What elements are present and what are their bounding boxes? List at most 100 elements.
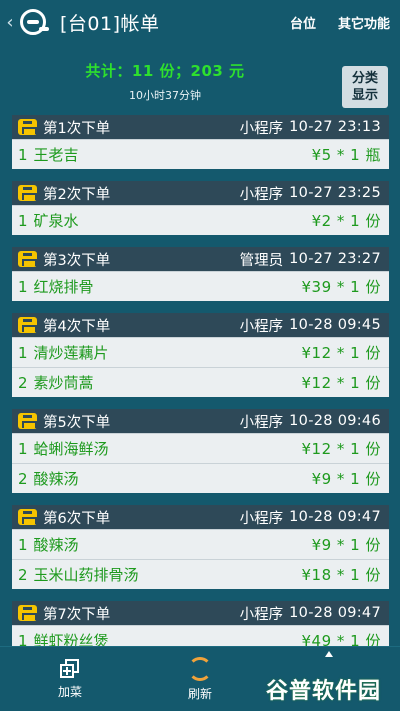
order-list[interactable]: 第1次下单 小程序 10-27 23:13 1 王老吉 ¥5 * 1 瓶第2次下单 小程序 1… bbox=[12, 115, 389, 646]
item-number: 2 bbox=[18, 373, 28, 392]
order-card: 第3次下单 管理员 10-27 23:27 1 红烧排骨 ¥39 * 1 份 bbox=[12, 247, 389, 301]
printer-icon[interactable] bbox=[18, 605, 37, 621]
item-price: ¥9 * 1 份 bbox=[311, 470, 381, 488]
item-price: ¥39 * 1 份 bbox=[301, 278, 381, 296]
item-name: 矿泉水 bbox=[33, 212, 79, 230]
category-button-line2: 显示 bbox=[351, 88, 378, 103]
order-source: 小程序 bbox=[239, 606, 284, 623]
watermark-text: 谷普软件园 bbox=[266, 679, 382, 704]
order-header[interactable]: 第5次下单 小程序 10-28 09:46 bbox=[12, 409, 389, 433]
order-item-row[interactable]: 1 鲜虾粉丝煲 ¥49 * 1 份 bbox=[12, 625, 389, 646]
more-functions-button[interactable]: 其它功能 bbox=[338, 13, 390, 32]
order-card: 第2次下单 小程序 10-27 23:25 1 矿泉水 ¥2 * 1 份 bbox=[12, 181, 389, 235]
order-header[interactable]: 第6次下单 小程序 10-28 09:47 bbox=[12, 505, 389, 529]
add-dish-button[interactable]: 加菜 bbox=[30, 647, 110, 711]
category-button-line1: 分类 bbox=[351, 71, 378, 86]
printer-icon[interactable] bbox=[18, 119, 37, 135]
order-header[interactable]: 第3次下单 管理员 10-27 23:27 bbox=[12, 247, 389, 271]
table-position-button[interactable]: 台位 bbox=[290, 13, 316, 32]
item-price: ¥12 * 1 份 bbox=[301, 440, 381, 458]
top-bar: ‹ [台01]帐单 台位 其它功能 bbox=[0, 0, 400, 44]
summary-total: 共计：11 份；203 元 bbox=[85, 62, 245, 80]
app-logo-icon bbox=[20, 9, 49, 35]
order-label: 第5次下单 bbox=[43, 414, 111, 431]
order-source: 小程序 bbox=[239, 318, 284, 335]
item-number: 2 bbox=[18, 469, 28, 488]
order-source: 小程序 bbox=[239, 510, 284, 527]
back-button[interactable]: ‹ bbox=[2, 0, 18, 44]
printer-icon[interactable] bbox=[18, 251, 37, 267]
order-item-row[interactable]: 1 酸辣汤 ¥9 * 1 份 bbox=[12, 529, 389, 559]
bill-summary: 共计：11 份；203 元 10小时37分钟 bbox=[0, 60, 330, 103]
item-name: 蛤蜊海鲜汤 bbox=[33, 440, 109, 458]
item-name: 王老吉 bbox=[33, 146, 79, 164]
item-number: 1 bbox=[18, 211, 28, 230]
order-time: 10-28 09:45 bbox=[289, 317, 381, 333]
order-time: 10-27 23:27 bbox=[289, 251, 381, 267]
printer-icon[interactable] bbox=[18, 317, 37, 333]
order-time: 10-27 23:25 bbox=[289, 185, 381, 201]
item-name: 玉米山药排骨汤 bbox=[33, 566, 139, 584]
order-source: 小程序 bbox=[239, 186, 284, 203]
order-time: 10-28 09:47 bbox=[289, 509, 381, 525]
printer-icon[interactable] bbox=[18, 509, 37, 525]
item-price: ¥9 * 1 份 bbox=[311, 536, 381, 554]
item-name: 红烧排骨 bbox=[33, 278, 94, 296]
item-name: 素炒茼蒿 bbox=[33, 374, 94, 392]
order-card: 第5次下单 小程序 10-28 09:46 1 蛤蜊海鲜汤 ¥12 * 1 份 2 酸辣汤 ¥9… bbox=[12, 409, 389, 493]
item-number: 1 bbox=[18, 145, 28, 164]
order-item-row[interactable]: 1 王老吉 ¥5 * 1 瓶 bbox=[12, 139, 389, 169]
order-header[interactable]: 第7次下单 小程序 10-28 09:47 bbox=[12, 601, 389, 625]
item-number: 2 bbox=[18, 565, 28, 584]
order-label: 第1次下单 bbox=[43, 120, 111, 137]
item-price: ¥2 * 1 份 bbox=[311, 212, 381, 230]
summary-duration: 10小时37分钟 bbox=[129, 89, 201, 102]
order-item-row[interactable]: 1 矿泉水 ¥2 * 1 份 bbox=[12, 205, 389, 235]
order-label: 第6次下单 bbox=[43, 510, 111, 527]
item-number: 1 bbox=[18, 631, 28, 647]
item-name: 清炒莲藕片 bbox=[33, 344, 109, 362]
item-name: 酸辣汤 bbox=[33, 470, 79, 488]
item-number: 1 bbox=[18, 343, 28, 362]
order-label: 第3次下单 bbox=[43, 252, 111, 269]
item-price: ¥12 * 1 份 bbox=[301, 374, 381, 392]
order-item-row[interactable]: 1 蛤蜊海鲜汤 ¥12 * 1 份 bbox=[12, 433, 389, 463]
printer-icon[interactable] bbox=[18, 185, 37, 201]
item-price: ¥5 * 1 瓶 bbox=[311, 146, 381, 164]
order-header[interactable]: 第4次下单 小程序 10-28 09:45 bbox=[12, 313, 389, 337]
item-price: ¥12 * 1 份 bbox=[301, 344, 381, 362]
order-time: 10-28 09:47 bbox=[289, 605, 381, 621]
order-card: 第4次下单 小程序 10-28 09:45 1 清炒莲藕片 ¥12 * 1 份 2 素炒茼蒿 ¥… bbox=[12, 313, 389, 397]
item-price: ¥49 * 1 份 bbox=[301, 632, 381, 646]
add-dish-icon bbox=[60, 659, 80, 679]
order-item-row[interactable]: 2 玉米山药排骨汤 ¥18 * 1 份 bbox=[12, 559, 389, 589]
refresh-icon bbox=[188, 657, 212, 681]
item-number: 1 bbox=[18, 277, 28, 296]
order-item-row[interactable]: 2 酸辣汤 ¥9 * 1 份 bbox=[12, 463, 389, 493]
order-card: 第6次下单 小程序 10-28 09:47 1 酸辣汤 ¥9 * 1 份 2 玉米山药排骨汤 ¥… bbox=[12, 505, 389, 589]
order-label: 第7次下单 bbox=[43, 606, 111, 623]
item-number: 1 bbox=[18, 439, 28, 458]
order-header[interactable]: 第1次下单 小程序 10-27 23:13 bbox=[12, 115, 389, 139]
add-dish-label: 加菜 bbox=[57, 685, 82, 699]
order-source: 小程序 bbox=[239, 120, 284, 137]
printer-icon[interactable] bbox=[18, 413, 37, 429]
item-price: ¥18 * 1 份 bbox=[301, 566, 381, 584]
order-source: 管理员 bbox=[239, 252, 284, 269]
order-time: 10-28 09:46 bbox=[289, 413, 381, 429]
order-item-row[interactable]: 1 红烧排骨 ¥39 * 1 份 bbox=[12, 271, 389, 301]
page-title: [台01]帐单 bbox=[60, 12, 160, 35]
refresh-button[interactable]: 刷新 bbox=[160, 647, 240, 711]
order-card: 第7次下单 小程序 10-28 09:47 1 鲜虾粉丝煲 ¥49 * 1 份 bbox=[12, 601, 389, 646]
order-item-row[interactable]: 1 清炒莲藕片 ¥12 * 1 份 bbox=[12, 337, 389, 367]
scroll-up-icon[interactable] bbox=[325, 651, 333, 657]
order-source: 小程序 bbox=[239, 414, 284, 431]
category-display-button[interactable]: 分类 显示 bbox=[342, 66, 388, 108]
order-card: 第1次下单 小程序 10-27 23:13 1 王老吉 ¥5 * 1 瓶 bbox=[12, 115, 389, 169]
order-label: 第4次下单 bbox=[43, 318, 111, 335]
item-name: 鲜虾粉丝煲 bbox=[33, 632, 109, 646]
order-header[interactable]: 第2次下单 小程序 10-27 23:25 bbox=[12, 181, 389, 205]
item-name: 酸辣汤 bbox=[33, 536, 79, 554]
item-number: 1 bbox=[18, 535, 28, 554]
order-item-row[interactable]: 2 素炒茼蒿 ¥12 * 1 份 bbox=[12, 367, 389, 397]
